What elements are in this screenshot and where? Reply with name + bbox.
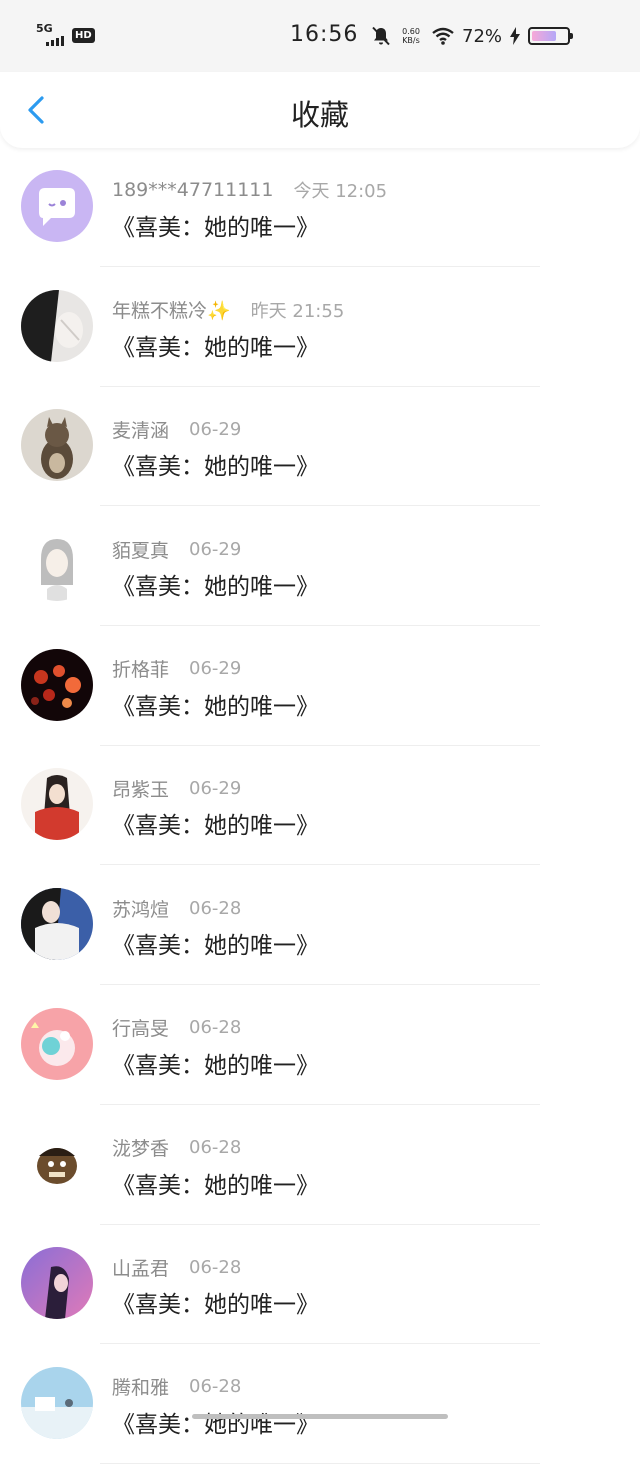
timestamp: 06-29 (189, 658, 242, 680)
favorites-list: 189***47711111 今天 12:05 《喜美：她的唯一》 年糕不糕冷✨ 昨天 … (0, 160, 640, 1477)
network-speed-value: 0.60 (402, 27, 420, 36)
clock: 16:56 (290, 22, 359, 47)
list-item[interactable]: 行高旻 06-28 《喜美：她的唯一》 (0, 998, 640, 1118)
home-indicator[interactable] (192, 1414, 448, 1419)
item-meta: 貊夏真 06-29 (112, 536, 241, 562)
avatar[interactable] (21, 409, 93, 482)
item-meta: 麦清涵 06-29 (112, 416, 241, 442)
user-name: 泷梦香 (112, 1138, 170, 1160)
list-item[interactable]: 苏鸿煊 06-28 《喜美：她的唯一》 (0, 878, 640, 998)
timestamp: 06-29 (189, 538, 242, 560)
mute-bell-icon (372, 26, 390, 46)
wifi-icon (432, 27, 454, 45)
item-title: 《喜美：她的唯一》 (112, 574, 319, 601)
item-title: 《喜美：她的唯一》 (112, 813, 319, 840)
user-name: 山孟君 (112, 1257, 170, 1280)
divider (100, 266, 540, 267)
network-speed: 0.60 KB/s (398, 27, 424, 45)
item-title: 《喜美：她的唯一》 (112, 1292, 319, 1319)
avatar[interactable] (21, 1366, 93, 1439)
divider (100, 744, 540, 746)
list-item[interactable]: 昂紫玉 06-29 《喜美：她的唯一》 (0, 758, 640, 878)
divider (100, 864, 540, 866)
avatar[interactable] (21, 1007, 93, 1080)
item-title: 《喜美：她的唯一》 (112, 693, 319, 720)
item-title: 《喜美：她的唯一》 (112, 933, 319, 960)
item-meta: 年糕不糕冷✨ 昨天 21:55 (112, 297, 344, 323)
list-item[interactable]: 貊夏真 06-29 《喜美：她的唯一》 (0, 519, 640, 639)
battery-level-fill (532, 31, 557, 41)
list-item[interactable]: 山孟君 06-28 《喜美：她的唯一》 (0, 1237, 640, 1357)
user-name: 行高旻 (112, 1018, 170, 1041)
list-item[interactable]: 麦清涵 06-29 《喜美：她的唯一》 (0, 399, 640, 519)
avatar[interactable] (21, 888, 93, 961)
timestamp: 06-28 (189, 1256, 242, 1278)
timestamp: 06-28 (189, 1376, 242, 1398)
divider (100, 1343, 540, 1345)
avatar[interactable] (21, 1247, 93, 1320)
timestamp: 06-28 (189, 1017, 242, 1039)
user-name: 貊夏真 (112, 539, 170, 562)
cellular-signal-icon: 5G (36, 22, 64, 46)
hd-badge: HD (72, 28, 95, 43)
item-meta: 泷梦香 06-28 (112, 1135, 241, 1161)
user-name: 腾和雅 (112, 1377, 170, 1400)
user-name: 年糕不糕冷✨ (112, 300, 231, 323)
timestamp: 今天 12:05 (293, 181, 388, 202)
divider (100, 1223, 540, 1225)
divider (100, 1462, 540, 1464)
avatar[interactable] (21, 170, 93, 242)
charging-bolt-icon (510, 27, 521, 45)
avatar[interactable] (21, 289, 93, 362)
battery-icon (528, 27, 574, 45)
divider (100, 625, 540, 627)
item-meta: 折格菲 06-29 (112, 656, 241, 682)
header: 收藏 (0, 72, 640, 148)
page-title: 收藏 (290, 98, 349, 132)
network-type-label: 5G (36, 22, 53, 35)
timestamp: 昨天 21:55 (250, 300, 345, 322)
item-meta: 山孟君 06-28 (112, 1254, 241, 1280)
list-item[interactable]: 189***47711111 今天 12:05 《喜美：她的唯一》 (0, 160, 640, 280)
timestamp: 06-29 (189, 418, 242, 440)
divider (100, 1103, 540, 1105)
battery-percent: 72% (462, 25, 503, 47)
divider (100, 505, 540, 507)
item-meta: 腾和雅 06-28 (112, 1374, 241, 1400)
item-title: 《喜美：她的唯一》 (112, 215, 319, 241)
user-name: 昂紫玉 (112, 778, 170, 801)
network-speed-unit: KB/s (402, 36, 420, 45)
avatar[interactable] (21, 768, 93, 841)
list-item[interactable]: 年糕不糕冷✨ 昨天 21:55 《喜美：她的唯一》 (0, 280, 640, 400)
status-bar: 5G HD 16:56 0.60 KB/s 72% (0, 0, 640, 72)
item-title: 《喜美：她的唯一》 (112, 454, 319, 481)
item-meta: 行高旻 06-28 (112, 1015, 241, 1041)
item-title: 《喜美：她的唯一》 (112, 334, 319, 361)
divider (100, 385, 540, 387)
user-name: 189***47711111 (112, 179, 274, 201)
timestamp: 06-28 (189, 897, 242, 919)
avatar[interactable] (21, 529, 93, 602)
user-name: 麦清涵 (112, 419, 170, 442)
timestamp: 06-29 (189, 777, 242, 799)
item-title: 《喜美：她的唯一》 (112, 1172, 319, 1199)
item-title: 《喜美：她的唯一》 (112, 1052, 319, 1079)
item-meta: 189***47711111 今天 12:05 (112, 177, 387, 203)
user-name: 折格菲 (112, 659, 170, 682)
list-item[interactable]: 折格菲 06-29 《喜美：她的唯一》 (0, 639, 640, 759)
item-meta: 昂紫玉 06-29 (112, 775, 241, 801)
avatar[interactable] (21, 1127, 93, 1200)
avatar[interactable] (21, 648, 93, 721)
divider (100, 984, 540, 986)
timestamp: 06-28 (189, 1137, 242, 1158)
list-item[interactable]: 泷梦香 06-28 《喜美：她的唯一》 (0, 1118, 640, 1238)
item-meta: 苏鸿煊 06-28 (112, 895, 241, 921)
user-name: 苏鸿煊 (112, 898, 170, 921)
